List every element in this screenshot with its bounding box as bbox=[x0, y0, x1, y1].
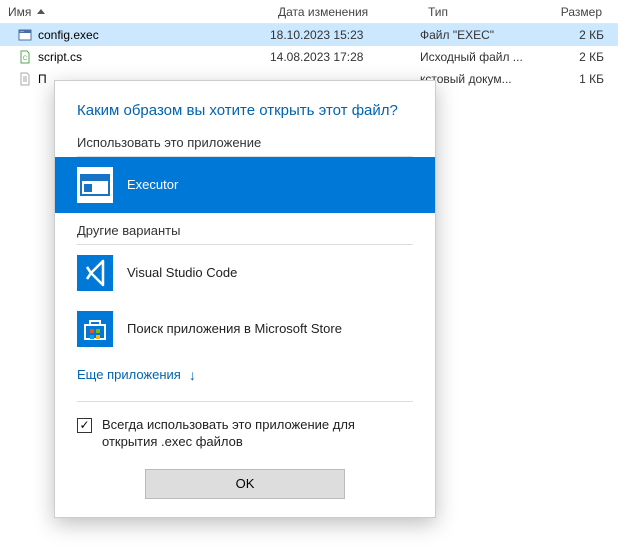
always-use-checkbox[interactable]: ✓ bbox=[77, 418, 92, 433]
more-apps-label: Еще приложения bbox=[77, 367, 181, 382]
app-item-vscode[interactable]: Visual Studio Code bbox=[55, 245, 435, 301]
open-with-dialog: Каким образом вы хотите открыть этот фай… bbox=[54, 80, 436, 518]
app-name-label: Поиск приложения в Microsoft Store bbox=[127, 321, 342, 336]
file-date: 14.08.2023 17:28 bbox=[270, 50, 420, 64]
file-size: 2 КБ bbox=[550, 50, 610, 64]
exec-file-icon bbox=[18, 28, 32, 42]
file-explorer: Имя Дата изменения Тип Размер config.exe… bbox=[0, 0, 618, 90]
column-header-name[interactable]: Имя bbox=[0, 1, 270, 23]
file-type: Файл "EXEC" bbox=[420, 28, 550, 42]
other-options-label: Другие варианты bbox=[77, 223, 413, 245]
app-name-label: Visual Studio Code bbox=[127, 265, 237, 280]
vscode-app-icon bbox=[77, 255, 113, 291]
app-item-executor[interactable]: Executor bbox=[55, 157, 435, 213]
file-type: кстовый докум... bbox=[420, 72, 550, 86]
file-row[interactable]: C script.cs 14.08.2023 17:28 Исходный фа… bbox=[0, 46, 618, 68]
file-name-cell: C script.cs bbox=[0, 50, 270, 64]
chevron-down-icon: ↓ bbox=[189, 367, 196, 383]
svg-text:C: C bbox=[23, 56, 28, 62]
txt-file-icon bbox=[18, 72, 32, 86]
more-apps-link[interactable]: Еще приложения ↓ bbox=[55, 357, 435, 393]
app-name-label: Executor bbox=[127, 177, 178, 192]
column-header-type[interactable]: Тип bbox=[420, 1, 550, 23]
file-type: Исходный файл ... bbox=[420, 50, 550, 64]
file-size: 1 КБ bbox=[550, 72, 610, 86]
file-date: 18.10.2023 15:23 bbox=[270, 28, 420, 42]
column-header-date[interactable]: Дата изменения bbox=[270, 1, 420, 23]
file-size: 2 КБ bbox=[550, 28, 610, 42]
dialog-title: Каким образом вы хотите открыть этот фай… bbox=[55, 101, 435, 135]
column-date-label: Дата изменения bbox=[278, 5, 368, 19]
column-name-label: Имя bbox=[8, 5, 31, 19]
executor-app-icon bbox=[77, 167, 113, 203]
column-header-row: Имя Дата изменения Тип Размер bbox=[0, 0, 618, 24]
always-use-row: ✓ Всегда использовать это приложение для… bbox=[55, 416, 435, 469]
file-name-cell: config.exec bbox=[0, 28, 270, 42]
column-header-size[interactable]: Размер bbox=[550, 1, 610, 23]
app-item-store[interactable]: Поиск приложения в Microsoft Store bbox=[55, 301, 435, 357]
divider bbox=[77, 401, 413, 402]
file-name: П bbox=[38, 72, 47, 86]
always-use-label: Всегда использовать это приложение для о… bbox=[102, 416, 413, 451]
column-type-label: Тип bbox=[428, 5, 448, 19]
sort-caret-up-icon bbox=[37, 9, 45, 14]
file-name: config.exec bbox=[38, 28, 99, 42]
store-app-icon bbox=[77, 311, 113, 347]
ok-button[interactable]: OK bbox=[145, 469, 345, 499]
file-row[interactable]: config.exec 18.10.2023 15:23 Файл "EXEC"… bbox=[0, 24, 618, 46]
ok-button-label: OK bbox=[236, 476, 255, 491]
use-this-app-label: Использовать это приложение bbox=[77, 135, 413, 157]
column-size-label: Размер bbox=[561, 5, 602, 19]
cs-file-icon: C bbox=[18, 50, 32, 64]
file-name: script.cs bbox=[38, 50, 82, 64]
